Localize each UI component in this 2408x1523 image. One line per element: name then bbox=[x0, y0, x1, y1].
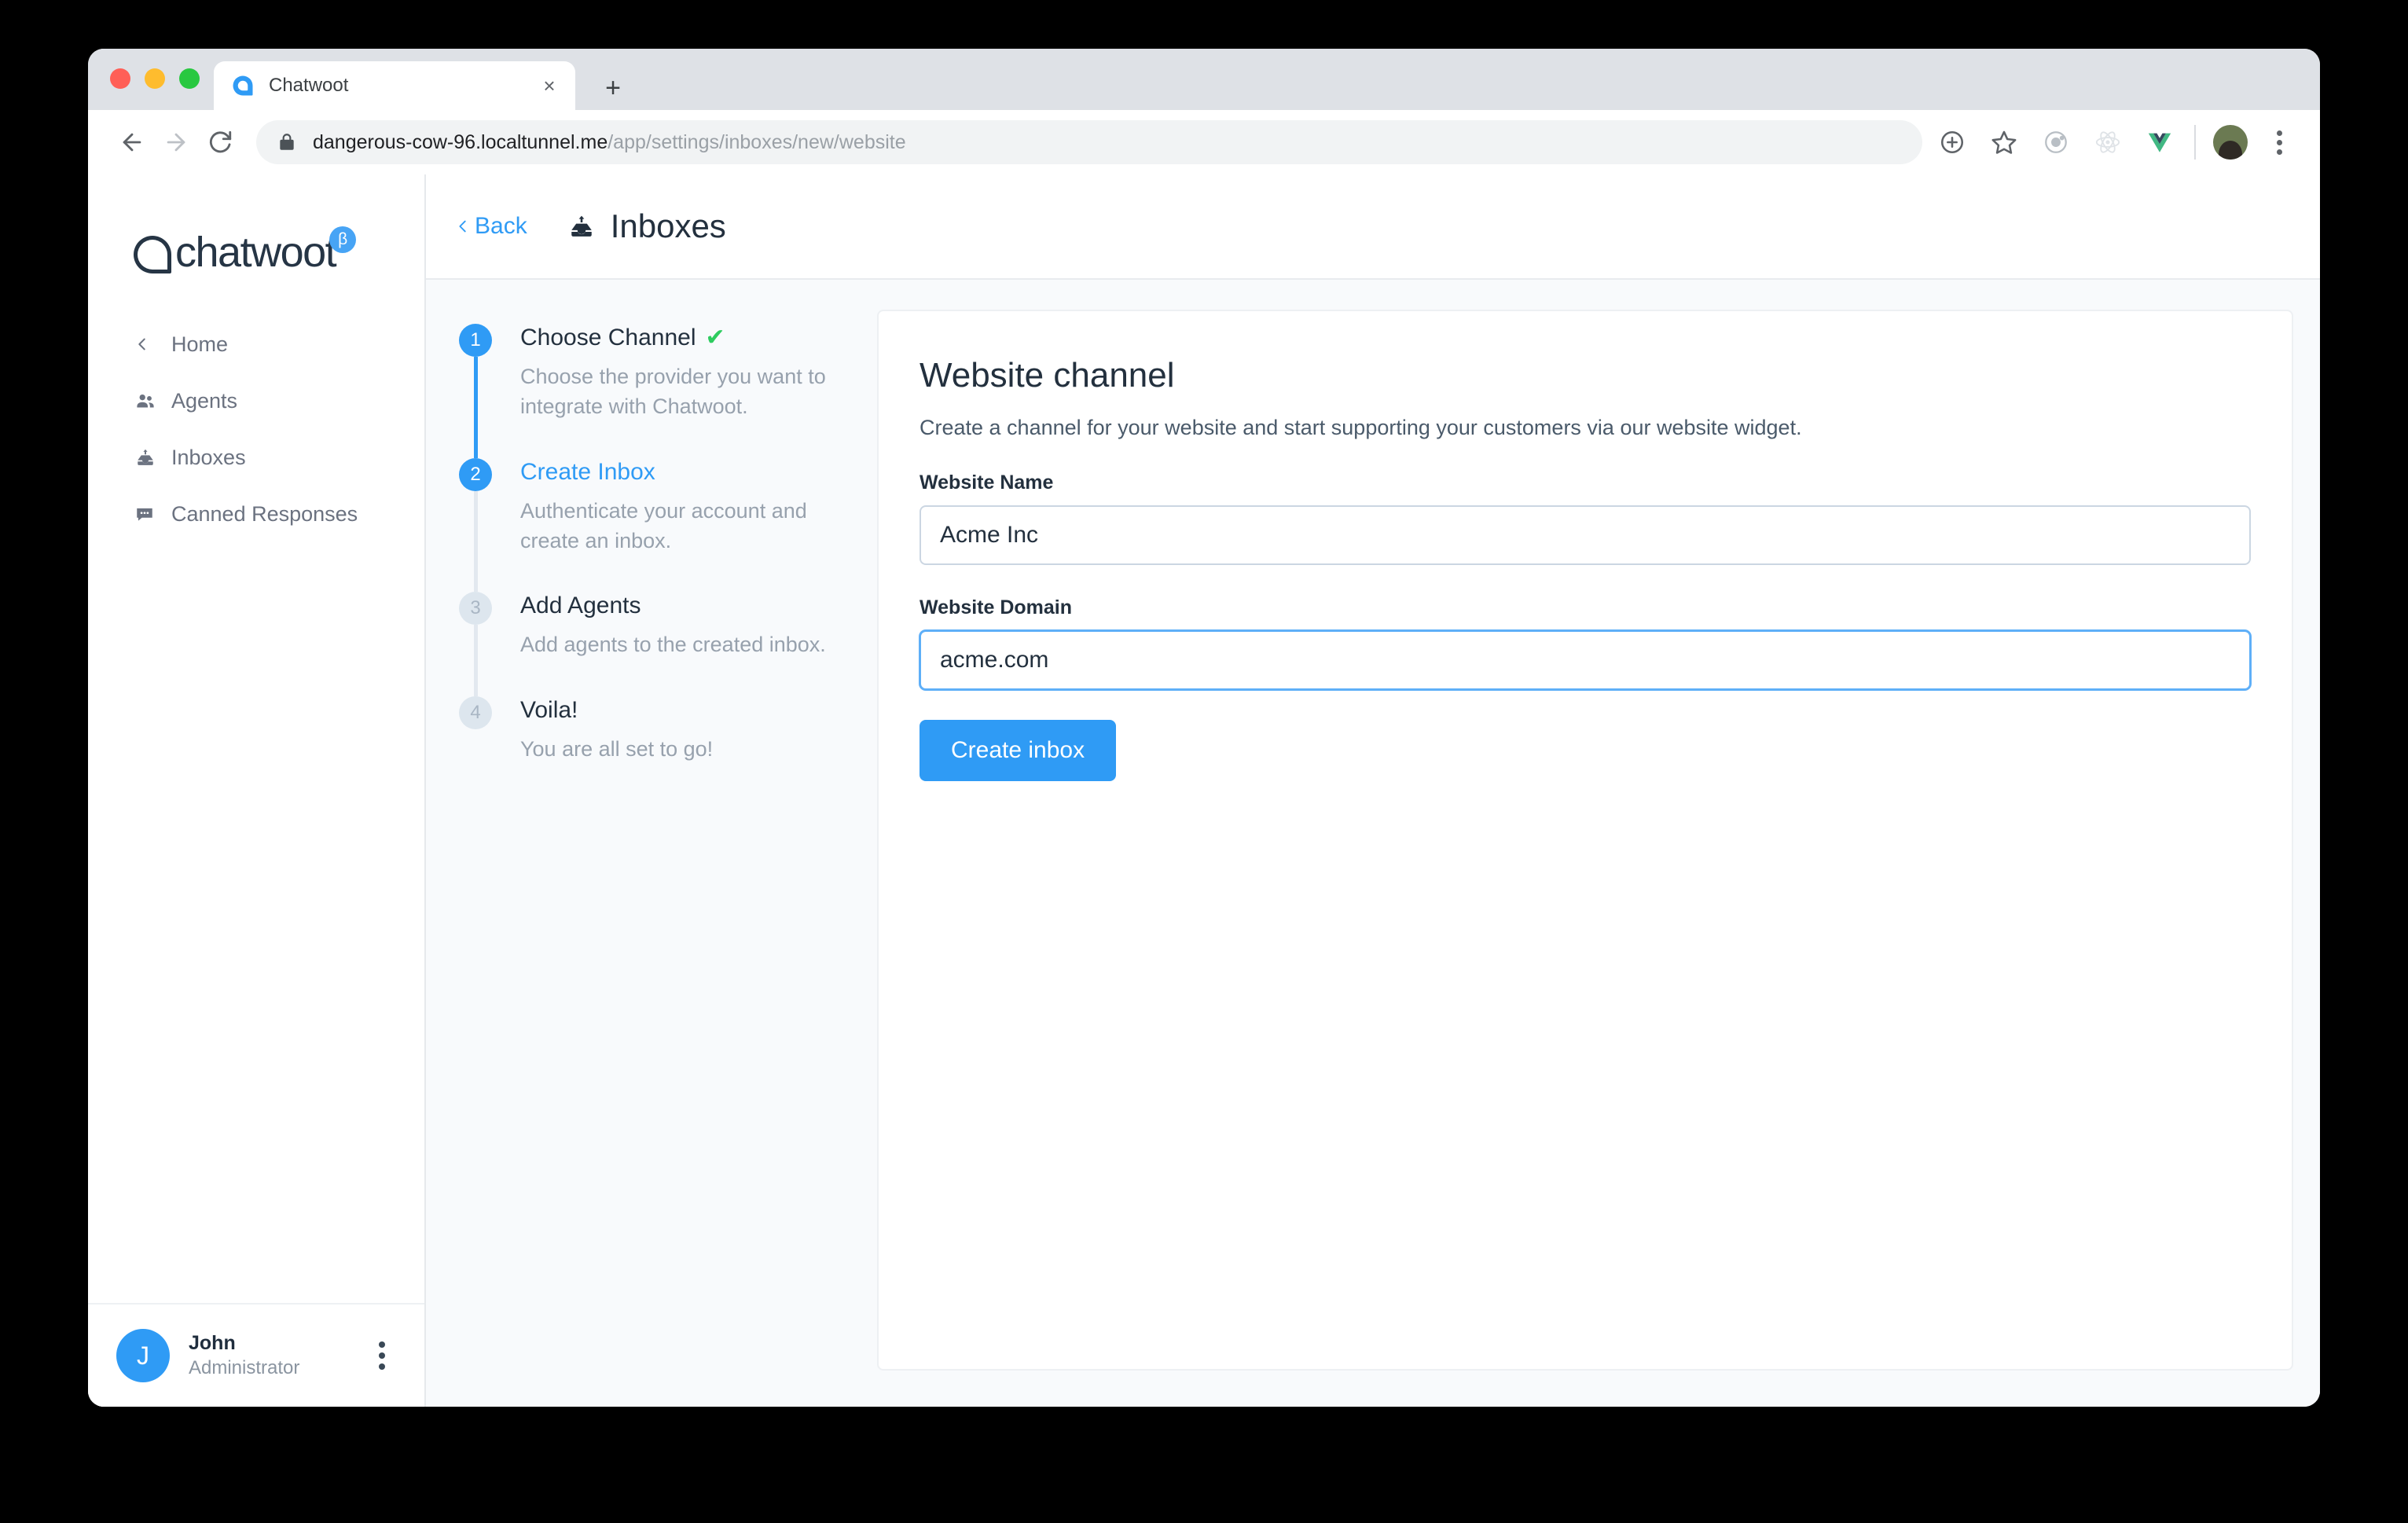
people-icon bbox=[134, 391, 162, 411]
website-domain-field-group: Website Domain bbox=[920, 596, 2251, 690]
browser-toolbar: dangerous-cow-96.localtunnel.me/app/sett… bbox=[88, 110, 2320, 174]
new-tab-button[interactable]: + bbox=[597, 72, 629, 104]
inbox-icon bbox=[567, 213, 596, 240]
window-traffic-lights bbox=[110, 68, 200, 89]
user-name: John bbox=[189, 1331, 236, 1354]
inbox-icon bbox=[134, 447, 162, 468]
address-bar-url: dangerous-cow-96.localtunnel.me/app/sett… bbox=[313, 131, 906, 154]
website-name-input[interactable] bbox=[920, 505, 2251, 565]
back-button[interactable]: Back bbox=[454, 213, 527, 240]
browser-tab[interactable]: Chatwoot × bbox=[214, 61, 575, 110]
setup-stepper: 1 Choose Channel ✔ Choose the provider y… bbox=[453, 310, 877, 1371]
step-description: You are all set to go! bbox=[520, 736, 714, 761]
bookmark-star-icon[interactable] bbox=[1987, 125, 2021, 160]
react-devtools-icon[interactable] bbox=[2090, 125, 2125, 160]
add-extension-icon[interactable] bbox=[1935, 125, 1969, 160]
forward-navigation-button[interactable] bbox=[154, 120, 198, 164]
maximize-window-button[interactable] bbox=[179, 68, 200, 89]
minimize-window-button[interactable] bbox=[145, 68, 165, 89]
check-icon: ✔ bbox=[705, 325, 725, 350]
step-title-label: Voila! bbox=[520, 696, 578, 723]
sidebar-item-agents[interactable]: Agents bbox=[88, 372, 424, 429]
website-name-field-group: Website Name bbox=[920, 472, 2251, 565]
step-connector bbox=[474, 357, 478, 458]
sidebar-item-label: Agents bbox=[171, 388, 238, 413]
sidebar-item-inboxes[interactable]: Inboxes bbox=[88, 429, 424, 486]
browser-window: Chatwoot × + dangerous-cow-96.localtunne… bbox=[88, 49, 2320, 1407]
lock-icon bbox=[280, 134, 294, 150]
step-title: Create Inbox bbox=[520, 458, 846, 486]
step-description: Add agents to the created inbox. bbox=[520, 633, 826, 657]
back-navigation-button[interactable] bbox=[110, 120, 154, 164]
sidebar-item-canned-responses[interactable]: Canned Responses bbox=[88, 486, 424, 542]
user-role: Administrator bbox=[189, 1357, 300, 1379]
reload-button[interactable] bbox=[198, 120, 242, 164]
step-title-label: Add Agents bbox=[520, 593, 641, 619]
step-badge: 2 bbox=[459, 457, 492, 491]
sidebar-item-label: Home bbox=[171, 332, 229, 356]
step-add-agents: 3 Add Agents Add agents to the created i… bbox=[459, 592, 846, 696]
website-channel-card: Website channel Create a channel for you… bbox=[877, 310, 2293, 1371]
step-title: Choose Channel ✔ bbox=[520, 324, 846, 352]
step-badge: 3 bbox=[459, 592, 492, 626]
app-viewport: chatwoot β Home Agents Inboxes Canned Re… bbox=[88, 174, 2320, 1407]
app-sidebar: chatwoot β Home Agents Inboxes Canned Re… bbox=[88, 174, 426, 1407]
beta-badge: β bbox=[329, 226, 357, 253]
channel-subheading: Create a channel for your website and st… bbox=[920, 415, 1802, 439]
step-connector bbox=[474, 490, 478, 593]
step-title: Add Agents bbox=[520, 592, 846, 620]
browser-profile-avatar[interactable] bbox=[2213, 125, 2248, 160]
sidebar-item-label: Canned Responses bbox=[171, 501, 358, 526]
sidebar-nav: Home Agents Inboxes Canned Responses bbox=[88, 316, 424, 542]
step-title-label: Choose Channel bbox=[520, 325, 696, 350]
step-connector bbox=[474, 625, 478, 696]
content-area: 1 Choose Channel ✔ Choose the provider y… bbox=[426, 280, 2320, 1407]
step-description: Choose the provider you want to integrat… bbox=[520, 365, 826, 419]
toolbar-actions bbox=[1935, 125, 2293, 160]
website-name-label: Website Name bbox=[920, 471, 1054, 494]
browser-tab-title: Chatwoot bbox=[269, 75, 349, 96]
browser-menu-button[interactable] bbox=[2265, 125, 2293, 160]
chatwoot-logo[interactable]: chatwoot β bbox=[134, 226, 424, 276]
vue-devtools-icon[interactable] bbox=[2142, 125, 2177, 160]
user-menu-button[interactable] bbox=[368, 1338, 396, 1374]
sidebar-item-home[interactable]: Home bbox=[88, 316, 424, 372]
main-region: Back Inboxes 1 Choose Channel ✔ Choose t… bbox=[426, 174, 2320, 1407]
page-title-group: Inboxes bbox=[567, 207, 726, 245]
step-badge: 4 bbox=[459, 695, 492, 729]
step-badge: 1 bbox=[459, 324, 492, 357]
browser-tab-strip: Chatwoot × + bbox=[88, 49, 2320, 110]
step-choose-channel: 1 Choose Channel ✔ Choose the provider y… bbox=[459, 324, 846, 458]
chat-bubble-icon bbox=[134, 504, 162, 524]
chevron-left-icon bbox=[454, 215, 472, 237]
step-create-inbox: 2 Create Inbox Authenticate your account… bbox=[459, 457, 846, 593]
step-description: Authenticate your account and create an … bbox=[520, 498, 807, 552]
create-inbox-button[interactable]: Create inbox bbox=[920, 719, 1117, 781]
address-bar[interactable]: dangerous-cow-96.localtunnel.me/app/sett… bbox=[256, 120, 1922, 164]
orbit-extension-icon[interactable] bbox=[2039, 125, 2073, 160]
website-domain-input[interactable] bbox=[920, 629, 2251, 690]
sidebar-item-label: Inboxes bbox=[171, 445, 246, 469]
chatwoot-bubble-icon bbox=[233, 75, 253, 96]
user-meta: John Administrator bbox=[189, 1331, 368, 1380]
close-tab-button[interactable]: × bbox=[538, 74, 561, 97]
step-voila: 4 Voila! You are all set to go! bbox=[459, 695, 846, 764]
website-domain-label: Website Domain bbox=[920, 596, 1073, 618]
chatwoot-bubble-icon bbox=[134, 236, 171, 273]
step-title-label: Create Inbox bbox=[520, 458, 655, 485]
sidebar-user-footer[interactable]: J John Administrator bbox=[88, 1303, 424, 1407]
url-host: dangerous-cow-96.localtunnel.me bbox=[313, 130, 608, 153]
avatar: J bbox=[116, 1329, 170, 1382]
chatwoot-wordmark: chatwoot bbox=[175, 229, 337, 276]
back-button-label: Back bbox=[475, 213, 527, 239]
toolbar-divider bbox=[2194, 125, 2196, 160]
close-window-button[interactable] bbox=[110, 68, 130, 89]
url-path: /app/settings/inboxes/new/website bbox=[608, 130, 906, 153]
page-title: Inboxes bbox=[610, 207, 726, 244]
chevron-left-icon bbox=[134, 334, 162, 354]
page-header: Back Inboxes bbox=[426, 174, 2320, 280]
step-title: Voila! bbox=[520, 696, 846, 725]
channel-heading: Website channel bbox=[920, 356, 1175, 395]
